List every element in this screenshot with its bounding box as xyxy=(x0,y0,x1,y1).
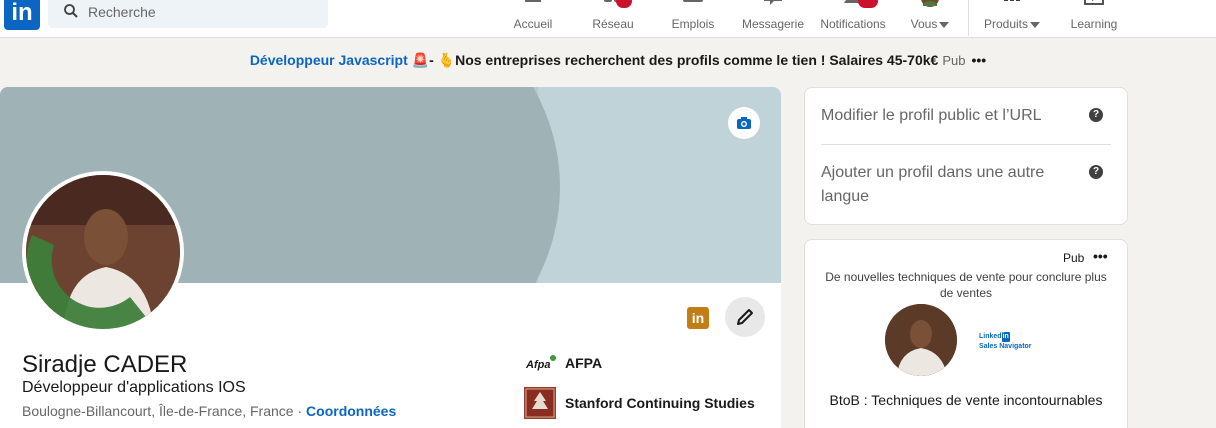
svg-text:Afpa: Afpa xyxy=(525,359,550,371)
camera-icon xyxy=(737,117,751,129)
contact-info-link[interactable]: Coordonnées xyxy=(306,403,396,419)
edit-profile-button[interactable] xyxy=(725,297,765,337)
ad-text[interactable]: 🚨- 🫰Nos entreprises recherchent des prof… xyxy=(408,52,939,68)
learning-icon xyxy=(1084,0,1104,5)
brand-in: in xyxy=(1001,332,1010,342)
brand-linked: Linked xyxy=(979,333,1002,340)
profile-photo[interactable] xyxy=(22,171,184,333)
nav-item-network[interactable]: Réseau xyxy=(582,0,644,38)
nav-item-learning[interactable]: Learning xyxy=(1062,0,1126,38)
profile-name: Siradje CADER xyxy=(22,351,188,378)
nav-label: Learning xyxy=(1070,17,1118,31)
briefcase-icon xyxy=(683,0,703,2)
linkedin-premium-icon: in xyxy=(687,307,709,329)
separator: · xyxy=(293,403,307,419)
linkedin-logo[interactable]: in xyxy=(4,0,40,30)
nav-label: Vous xyxy=(910,17,938,31)
stanford-logo xyxy=(524,387,556,419)
open-to-work-frame xyxy=(26,175,180,329)
chevron-down-icon xyxy=(1030,21,1041,28)
profile-settings-card: Modifier le profil public et l’URL ? Ajo… xyxy=(804,87,1128,225)
nav-label-wrap: Produits xyxy=(978,17,1046,31)
more-options-icon[interactable]: ••• xyxy=(971,52,986,68)
chat-icon xyxy=(764,0,782,5)
education-name: Stanford Continuing Studies xyxy=(565,395,755,411)
user-photo xyxy=(885,304,957,376)
ad-pub-label: Pub xyxy=(942,53,966,68)
profile-headline: Développeur d'applications IOS xyxy=(22,379,246,396)
chevron-down-icon xyxy=(939,21,950,28)
profile-location: Boulogne-Billancourt, Île-de-France, Fra… xyxy=(22,403,294,419)
more-options-icon[interactable]: ••• xyxy=(1093,248,1108,264)
nav-item-me[interactable]: Vous xyxy=(904,0,956,38)
search-icon xyxy=(64,4,78,18)
nav-label-wrap: Vous xyxy=(904,17,956,31)
ad-pub-label: Pub xyxy=(1063,251,1085,265)
nav-label: Emplois xyxy=(671,17,715,31)
notification-badge xyxy=(858,0,878,8)
nav-label: Produits xyxy=(983,17,1029,31)
search-box[interactable] xyxy=(48,0,328,28)
profile-card: in Siradje CADER Développeur d'applicati… xyxy=(0,87,781,428)
nav-item-messaging[interactable]: Messagerie xyxy=(736,0,810,38)
ad-title[interactable]: BtoB : Techniques de vente incontournabl… xyxy=(821,390,1111,410)
add-language-profile-link[interactable]: Ajouter un profil dans une autre langue xyxy=(821,161,1081,209)
nav-item-products[interactable]: Produits xyxy=(978,0,1046,38)
nav-label: Messagerie xyxy=(741,17,805,31)
pencil-icon xyxy=(737,309,753,325)
help-icon[interactable]: ? xyxy=(1089,165,1103,179)
sponsored-ad-card: Pub ••• De nouvelles techniques de vente… xyxy=(804,239,1128,428)
profile-location-line: Boulogne-Billancourt, Île-de-France, Fra… xyxy=(22,403,396,419)
ad-link[interactable]: Développeur Javascript xyxy=(250,52,408,68)
profile-photo-image xyxy=(26,175,180,329)
education-name: AFPA xyxy=(565,355,603,371)
nav-item-jobs[interactable]: Emplois xyxy=(662,0,724,38)
nav-label: Notifications xyxy=(820,17,886,31)
avatar xyxy=(921,0,939,7)
help-icon[interactable]: ? xyxy=(1089,108,1103,122)
grid-icon xyxy=(1004,0,1020,1)
edit-public-profile-link[interactable]: Modifier le profil public et l’URL xyxy=(821,104,1111,128)
search-input[interactable] xyxy=(88,0,318,24)
promoted-ad-line: Développeur Javascript 🚨- 🫰Nos entrepris… xyxy=(0,52,1216,72)
sales-navigator-logo: Linkedin Sales Navigator xyxy=(979,332,1032,352)
divider xyxy=(821,144,1111,145)
nav-item-notifications[interactable]: Notifications xyxy=(814,0,892,38)
nav-label: Réseau xyxy=(592,17,634,31)
notification-badge xyxy=(616,0,632,8)
brand-product: Sales Navigator xyxy=(979,343,1032,350)
edit-banner-button[interactable] xyxy=(728,107,760,139)
top-navigation: in Accueil Réseau Emplois Messagerie xyxy=(0,0,1216,38)
home-icon xyxy=(525,0,541,2)
user-avatar xyxy=(885,304,957,376)
nav-item-home[interactable]: Accueil xyxy=(500,0,566,38)
ad-description: De nouvelles techniques de vente pour co… xyxy=(825,270,1107,300)
nav-label: Accueil xyxy=(513,17,553,31)
afpa-logo: Afpa xyxy=(525,355,556,371)
nav-divider xyxy=(968,0,969,36)
